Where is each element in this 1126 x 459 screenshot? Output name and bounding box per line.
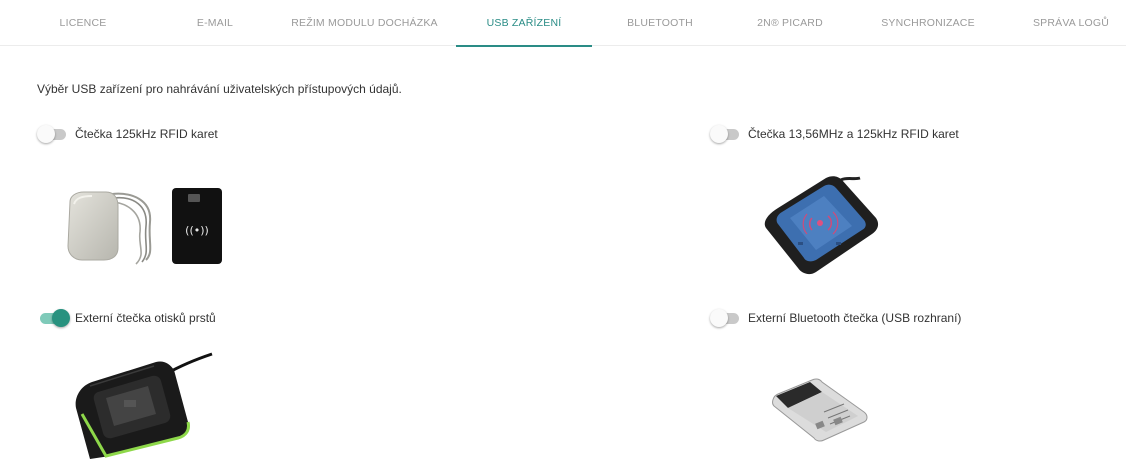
device-label: Čtečka 125kHz RFID karet: [75, 127, 218, 141]
toggle-fingerprint-reader[interactable]: [37, 308, 70, 328]
tab-usb-devices[interactable]: USB ZAŘÍZENÍ: [456, 0, 592, 47]
device-rfid-125khz[interactable]: Čtečka 125kHz RFID karet: [37, 124, 218, 144]
rfid-1356mhz-reader-image: [764, 176, 879, 275]
tab-picard[interactable]: 2N® PICARD: [740, 0, 840, 46]
tab-bluetooth[interactable]: BLUETOOTH: [610, 0, 710, 46]
tab-email[interactable]: E-MAIL: [175, 0, 255, 46]
toggle-knob: [37, 125, 55, 143]
device-bluetooth-reader[interactable]: Externí Bluetooth čtečka (USB rozhraní): [710, 308, 961, 328]
intro-text: Výběr USB zařízení pro nahrávání uživate…: [37, 82, 402, 96]
toggle-knob: [710, 125, 728, 143]
toggle-knob: [52, 309, 70, 327]
toggle-rfid-1356mhz[interactable]: [710, 124, 742, 144]
toggle-bluetooth-reader[interactable]: [710, 308, 742, 328]
device-label: Čtečka 13,56MHz a 125kHz RFID karet: [748, 127, 959, 141]
toggle-rfid-125khz[interactable]: [37, 124, 69, 144]
tab-log-management[interactable]: SPRÁVA LOGŮ: [1020, 0, 1122, 46]
fingerprint-reader-image: [75, 352, 213, 459]
tab-licence[interactable]: LICENCE: [44, 0, 122, 46]
bluetooth-dongle-image: [772, 378, 868, 442]
device-label: Externí Bluetooth čtečka (USB rozhraní): [748, 311, 962, 325]
device-label: Externí čtečka otisků prstů: [75, 311, 216, 325]
device-rfid-1356mhz[interactable]: Čtečka 13,56MHz a 125kHz RFID karet: [710, 124, 959, 144]
toggle-knob: [710, 309, 728, 327]
tab-bar: LICENCE E-MAIL REŽIM MODULU DOCHÁZKA USB…: [0, 0, 1126, 47]
rfid-125khz-reader-image: ((•)): [67, 188, 222, 265]
tab-attendance-mode[interactable]: REŽIM MODULU DOCHÁZKA: [282, 0, 447, 46]
tab-synchronization[interactable]: SYNCHRONIZACE: [868, 0, 988, 46]
rfid-wave-icon: ((•)): [185, 224, 209, 237]
device-fingerprint-reader[interactable]: Externí čtečka otisků prstů: [37, 308, 216, 328]
